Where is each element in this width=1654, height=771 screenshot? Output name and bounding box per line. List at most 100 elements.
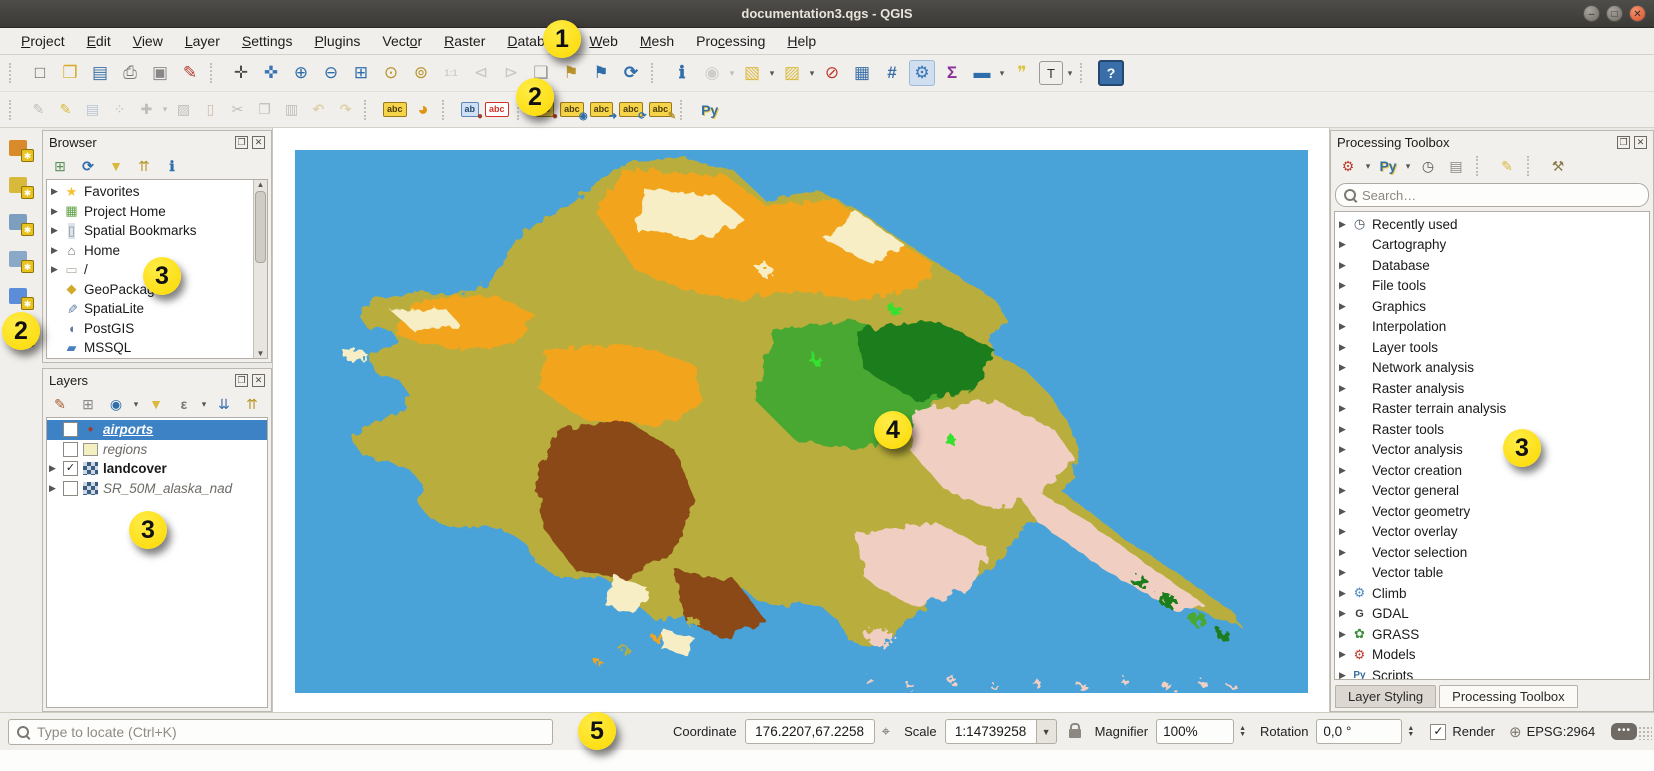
refresh-map-icon[interactable]: ⟳: [618, 60, 644, 86]
zoom-last-icon[interactable]: ⊲: [468, 60, 494, 86]
expand-caret-icon[interactable]: ▶: [1339, 547, 1351, 558]
dropdown-arrow-icon[interactable]: ▾: [160, 104, 170, 115]
zoom-native-icon[interactable]: 1:1: [438, 60, 464, 86]
layer-row[interactable]: ▶ landcover: [47, 459, 267, 479]
show-spatial-bookmarks-icon[interactable]: ⚑: [588, 60, 614, 86]
resize-grip[interactable]: [1638, 726, 1652, 740]
expand-caret-icon[interactable]: ▶: [49, 463, 61, 474]
browser-scrollbar[interactable]: ▲▼: [253, 180, 267, 358]
new-geopackage-layer-icon[interactable]: ✱: [8, 173, 34, 199]
collapse-all-icon[interactable]: ⇈: [133, 155, 155, 177]
layer-row[interactable]: ▶ SR_50M_alaska_nad: [47, 479, 267, 499]
zoom-in-icon[interactable]: ⊕: [288, 60, 314, 86]
render-checkbox[interactable]: ✓: [1430, 724, 1446, 740]
move-label-icon[interactable]: abc➜: [590, 102, 614, 117]
expand-caret-icon[interactable]: ▶: [1339, 280, 1351, 291]
expand-caret-icon[interactable]: ▶: [1339, 506, 1351, 517]
processing-category[interactable]: ▶ Database: [1335, 255, 1649, 276]
expand-caret-icon[interactable]: ▶: [1339, 403, 1351, 414]
map-canvas[interactable]: [295, 150, 1308, 693]
expand-caret-icon[interactable]: ▶: [1339, 670, 1351, 680]
processing-category[interactable]: ▶ GRASS: [1335, 624, 1649, 645]
separator[interactable]: [651, 63, 662, 83]
menu-item[interactable]: Processing: [685, 30, 776, 52]
expand-caret-icon[interactable]: ▶: [1339, 342, 1351, 353]
save-project-icon[interactable]: ▤: [87, 60, 113, 86]
separator[interactable]: [680, 100, 691, 120]
expand-caret-icon[interactable]: ▶: [1339, 649, 1351, 660]
expand-caret-icon[interactable]: ▶: [1339, 301, 1351, 312]
python-console-icon[interactable]: Py: [698, 98, 721, 121]
magnifier-input[interactable]: 100%: [1156, 719, 1234, 744]
processing-category[interactable]: ▶ GDAL: [1335, 604, 1649, 625]
map-tips-icon[interactable]: ❞: [1009, 60, 1035, 86]
processing-category[interactable]: ▶ Raster tools: [1335, 419, 1649, 440]
expand-caret-icon[interactable]: ▶: [1339, 608, 1351, 619]
expand-caret-icon[interactable]: ▶: [1339, 219, 1351, 230]
select-features-icon[interactable]: ▧: [739, 60, 765, 86]
add-group-icon[interactable]: ⊞: [77, 393, 99, 415]
menu-item[interactable]: Vector: [371, 30, 433, 52]
processing-category[interactable]: ▶ Vector creation: [1335, 460, 1649, 481]
dropdown-arrow-icon[interactable]: ▾: [131, 399, 141, 410]
expand-caret-icon[interactable]: ▶: [49, 483, 61, 494]
lock-scale-icon[interactable]: [1069, 729, 1081, 738]
save-layer-edits-icon[interactable]: ▤: [81, 98, 104, 121]
pan-map-icon[interactable]: ✛: [228, 60, 254, 86]
highlight-pinned-labels-icon[interactable]: abc◉: [560, 102, 584, 117]
menu-item[interactable]: Layer: [174, 30, 231, 52]
browser-item[interactable]: ▶ PostGIS: [47, 319, 267, 339]
menu-item[interactable]: Web: [578, 30, 629, 52]
processing-category[interactable]: ▶ Models: [1335, 645, 1649, 666]
measure-icon[interactable]: ▬: [969, 60, 995, 86]
scale-combo[interactable]: 1:14739258 ▼: [945, 719, 1057, 744]
layer-row[interactable]: ▶ airports: [47, 420, 267, 440]
separator[interactable]: [442, 100, 453, 120]
processing-category[interactable]: ▶ Raster analysis: [1335, 378, 1649, 399]
menu-item[interactable]: Project: [10, 30, 76, 52]
title-bar[interactable]: documentation3.qgs - QGIS –□✕: [0, 0, 1654, 28]
expand-caret-icon[interactable]: ▶: [51, 264, 63, 275]
close-button[interactable]: ✕: [1629, 5, 1646, 22]
toolbar-grip[interactable]: [9, 100, 20, 120]
toggle-editing-icon[interactable]: ✎: [54, 98, 77, 121]
browser-item[interactable]: ▶ Project Home: [47, 202, 267, 222]
browser-item[interactable]: ▶: [47, 358, 267, 360]
locator-input[interactable]: Type to locate (Ctrl+K): [8, 719, 553, 745]
add-selected-layers-icon[interactable]: ⊞: [49, 155, 71, 177]
expand-caret-icon[interactable]: ▶: [1339, 424, 1351, 435]
new-project-icon[interactable]: □: [27, 60, 53, 86]
processing-category[interactable]: ▶ Cartography: [1335, 235, 1649, 256]
menu-item[interactable]: Help: [776, 30, 827, 52]
history-icon[interactable]: ◷: [1417, 155, 1439, 177]
copy-features-icon[interactable]: ❐: [253, 98, 276, 121]
dropdown-arrow-icon[interactable]: ▾: [807, 68, 817, 79]
processing-category[interactable]: ▶ Network analysis: [1335, 358, 1649, 379]
layer-visibility-checkbox[interactable]: [63, 481, 78, 496]
new-spatialite-layer-icon[interactable]: ✱: [8, 247, 34, 273]
expand-caret-icon[interactable]: ▶: [1339, 465, 1351, 476]
expand-caret-icon[interactable]: ▶: [51, 186, 63, 197]
identify-features-icon[interactable]: ℹ: [669, 60, 695, 86]
processing-search-input[interactable]: Search…: [1335, 183, 1649, 207]
browser-item[interactable]: ▶ Spatial Bookmarks: [47, 221, 267, 241]
close-panel-icon[interactable]: ✕: [1634, 136, 1647, 149]
delete-selected-icon[interactable]: ▯: [199, 98, 222, 121]
extents-toggle-icon[interactable]: ⌖: [882, 723, 890, 740]
pan-to-selection-icon[interactable]: ✜: [258, 60, 284, 86]
expand-caret-icon[interactable]: ▶: [51, 225, 63, 236]
layer-diagram-options-icon[interactable]: ◕: [412, 98, 435, 121]
unplaced-labels-icon[interactable]: abc: [485, 102, 509, 117]
rotation-input[interactable]: 0,0 °: [1316, 719, 1402, 744]
browser-item[interactable]: ▶ MSSQL: [47, 338, 267, 358]
expand-caret-icon[interactable]: ▶: [51, 245, 63, 256]
statistics-icon[interactable]: Σ: [939, 60, 965, 86]
menu-item[interactable]: Settings: [231, 30, 304, 52]
layer-visibility-checkbox[interactable]: [63, 442, 78, 457]
coordinate-input[interactable]: 176.2207,67.2258: [745, 719, 875, 744]
properties-widget-icon[interactable]: ℹ: [161, 155, 183, 177]
expand-caret-icon[interactable]: ▶: [1339, 383, 1351, 394]
tab-processing-toolbox[interactable]: Processing Toolbox: [1439, 685, 1578, 708]
float-panel-icon[interactable]: ❐: [1617, 136, 1630, 149]
filter-legend-icon[interactable]: ▼: [145, 393, 167, 415]
